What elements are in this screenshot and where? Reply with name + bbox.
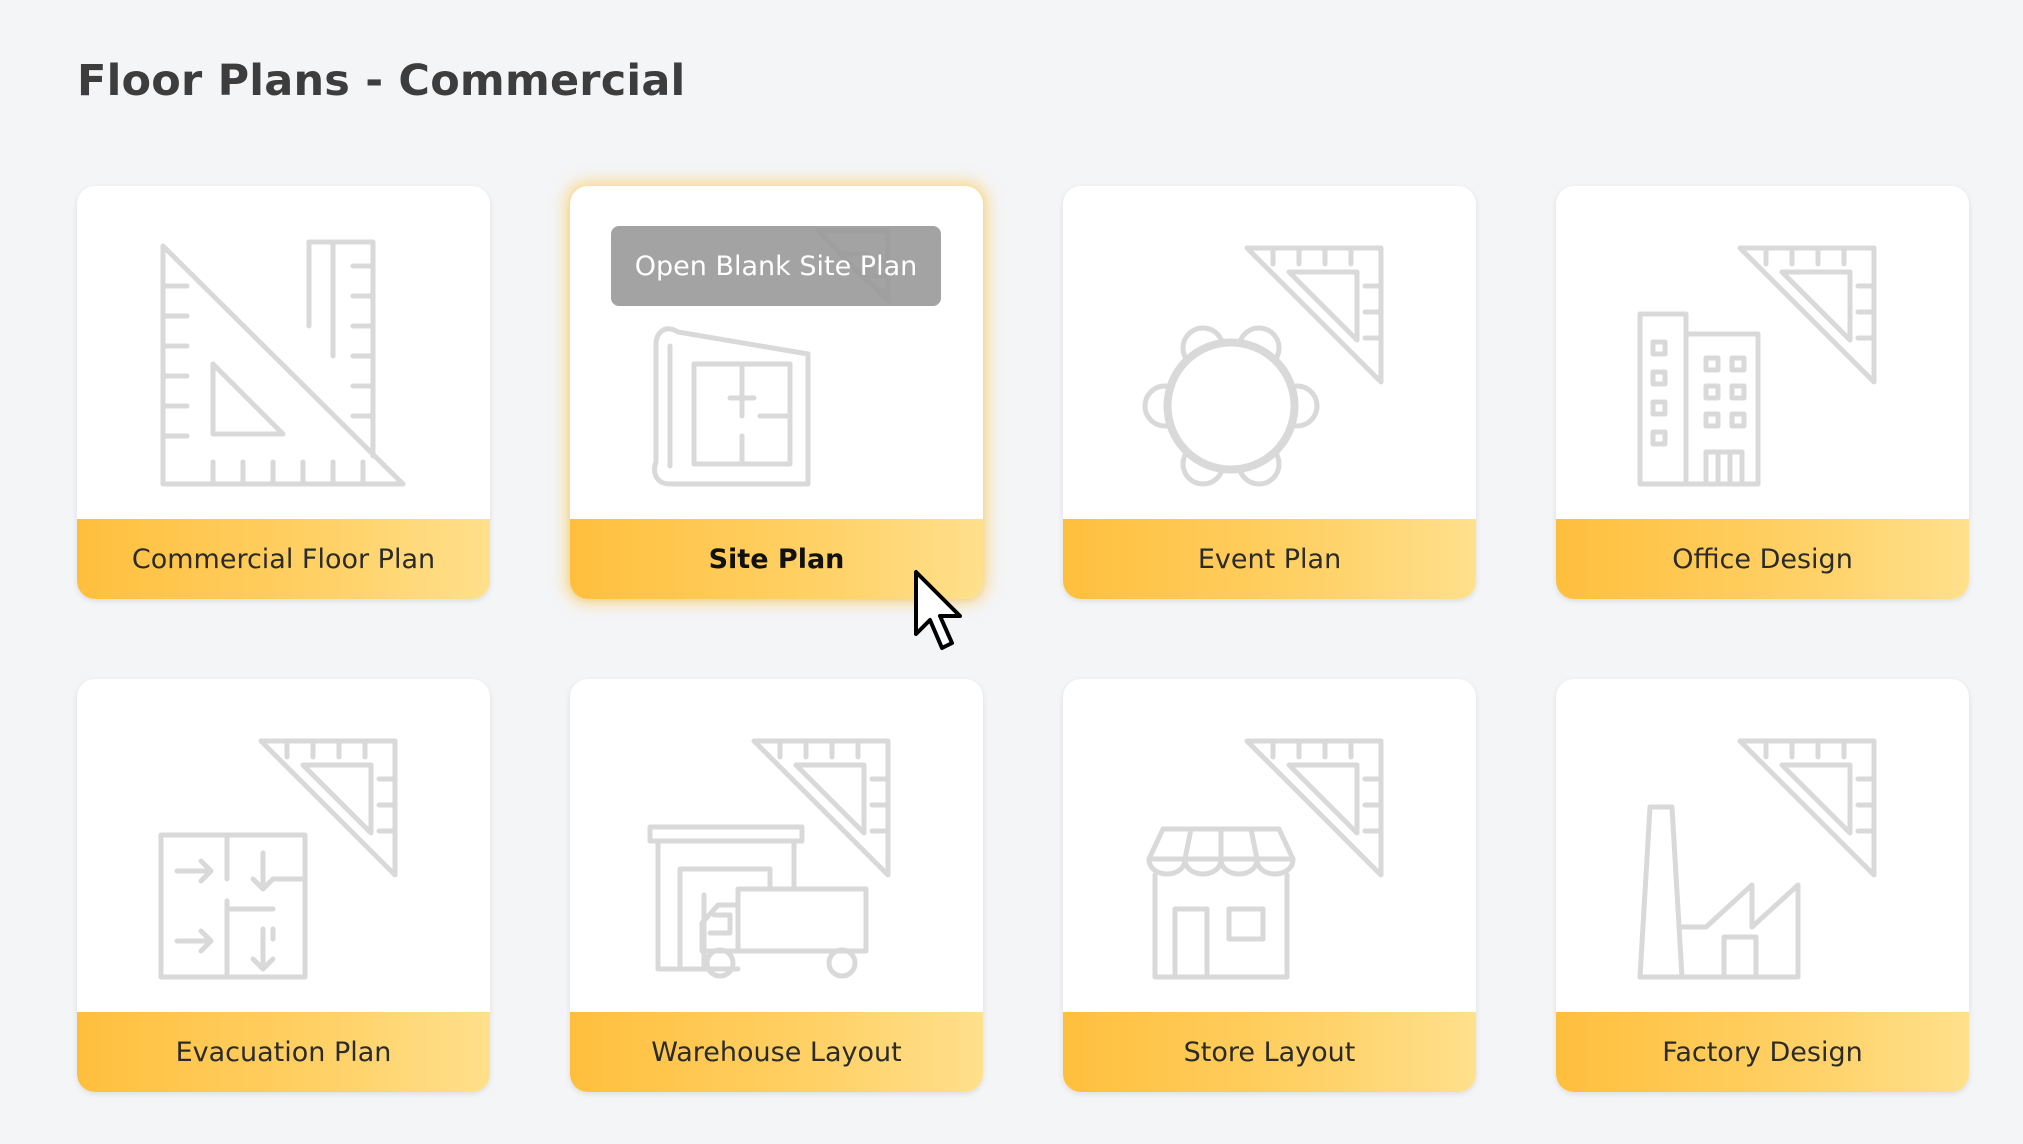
warehouse-truck-icon <box>570 679 983 1012</box>
open-blank-template-button[interactable]: Open Blank Site Plan <box>611 226 941 306</box>
template-card-event-plan[interactable]: Event Plan <box>1063 186 1476 599</box>
storefront-icon <box>1063 679 1476 1012</box>
template-label-bar: Factory Design <box>1556 1012 1969 1092</box>
template-label-bar: Commercial Floor Plan <box>77 519 490 599</box>
template-label-bar: Store Layout <box>1063 1012 1476 1092</box>
template-label-bar: Office Design <box>1556 519 1969 599</box>
template-label-bar: Event Plan <box>1063 519 1476 599</box>
template-label: Commercial Floor Plan <box>131 543 436 575</box>
round-table-icon <box>1063 186 1476 519</box>
template-card-store-layout[interactable]: Store Layout <box>1063 679 1476 1092</box>
template-card-evacuation-plan[interactable]: Evacuation Plan <box>77 679 490 1092</box>
office-building-icon <box>1556 186 1969 519</box>
template-grid: Commercial Floor Plan Open Blank Site Pl… <box>77 186 1969 1092</box>
set-square-ruler-icon <box>77 186 490 519</box>
template-card-factory-design[interactable]: Factory Design <box>1556 679 1969 1092</box>
factory-icon <box>1556 679 1969 1012</box>
template-label: Factory Design <box>1662 1036 1863 1068</box>
template-label: Warehouse Layout <box>651 1036 902 1068</box>
mouse-pointer-icon <box>912 568 972 658</box>
page-title: Floor Plans - Commercial <box>77 56 686 106</box>
template-card-commercial-floor-plan[interactable]: Commercial Floor Plan <box>77 186 490 599</box>
template-label: Event Plan <box>1197 543 1342 575</box>
template-card-office-design[interactable]: Office Design <box>1556 186 1969 599</box>
template-label: Site Plan <box>708 543 845 575</box>
template-card-site-plan[interactable]: Open Blank Site Plan Site Plan <box>570 186 983 599</box>
template-card-warehouse-layout[interactable]: Warehouse Layout <box>570 679 983 1092</box>
template-label: Evacuation Plan <box>175 1036 392 1068</box>
template-label: Store Layout <box>1183 1036 1356 1068</box>
template-label-bar: Evacuation Plan <box>77 1012 490 1092</box>
template-label-bar: Warehouse Layout <box>570 1012 983 1092</box>
template-label: Office Design <box>1672 543 1853 575</box>
evacuation-map-icon <box>77 679 490 1012</box>
